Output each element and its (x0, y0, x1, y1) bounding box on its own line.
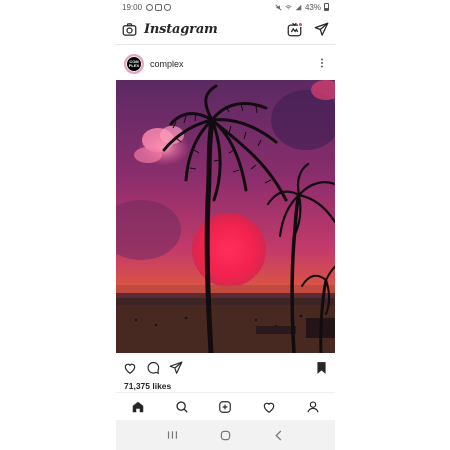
recents-icon[interactable] (167, 430, 178, 440)
shield-icon (164, 3, 172, 11)
likes-count[interactable]: 71,375 likes (124, 381, 171, 391)
app-logo: Instagram (144, 21, 218, 37)
back-icon[interactable] (274, 429, 284, 441)
post-image-artwork (116, 80, 335, 353)
comment-icon[interactable] (146, 361, 160, 375)
mute-icon (275, 3, 282, 11)
post-actions (116, 357, 335, 379)
search-icon[interactable] (175, 400, 189, 414)
phone-screen: 19:00 43% Instagram COM PLEX complex ⋮ 7… (116, 0, 335, 450)
avatar[interactable]: COM PLEX (124, 54, 144, 74)
top-app-bar: Instagram (116, 14, 335, 45)
wifi-icon (285, 4, 292, 9)
igtv-icon[interactable] (287, 21, 303, 37)
camera-icon[interactable] (122, 22, 137, 37)
top-actions (287, 21, 329, 37)
battery-icon (324, 3, 329, 11)
profile-icon[interactable] (306, 400, 320, 414)
post-header: COM PLEX complex ⋮ (116, 50, 335, 78)
post-image[interactable] (116, 80, 335, 353)
bookmark-icon[interactable] (315, 361, 328, 375)
more-vertical-icon[interactable]: ⋮ (317, 59, 327, 69)
post-username[interactable]: complex (150, 59, 184, 69)
avatar-logo: COM PLEX (128, 59, 140, 68)
home-icon[interactable] (131, 400, 145, 414)
notification-dot (298, 21, 303, 27)
battery-percent: 43% (304, 2, 321, 12)
android-home-icon[interactable] (220, 430, 231, 441)
status-bar: 19:00 43% (116, 0, 335, 14)
add-post-icon[interactable] (218, 400, 232, 414)
signal-icon (295, 4, 302, 10)
bottom-tab-bar (116, 392, 335, 420)
direct-messages-icon[interactable] (314, 22, 329, 37)
status-right: 43% (275, 3, 329, 12)
activity-heart-icon[interactable] (262, 400, 276, 414)
notification-icon (155, 3, 163, 11)
status-time: 19:00 (122, 2, 143, 12)
android-nav-bar (116, 420, 335, 450)
like-heart-icon[interactable] (123, 361, 137, 375)
notification-icon (146, 3, 154, 11)
share-paper-plane-icon[interactable] (169, 361, 183, 375)
